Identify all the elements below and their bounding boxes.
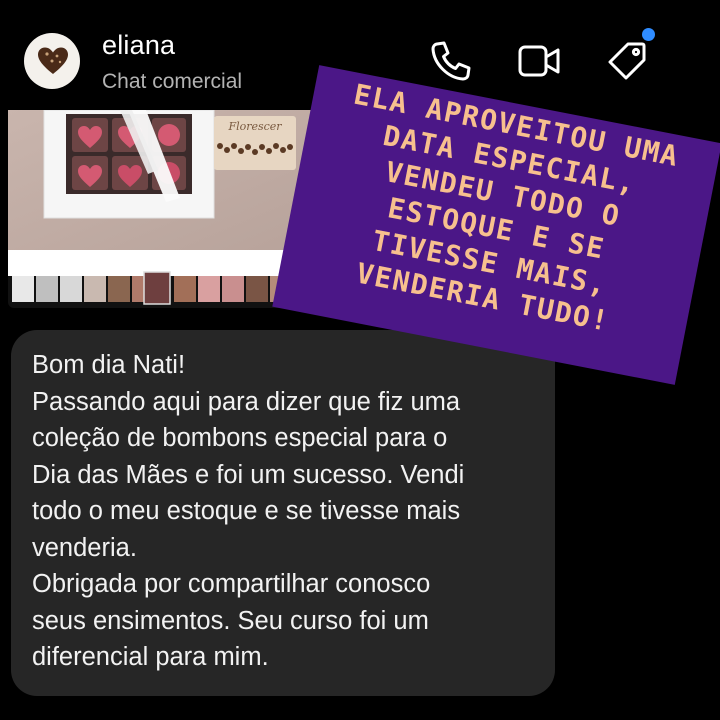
message-line: diferencial para mim. (32, 643, 269, 671)
chocolate-heart-icon (38, 47, 68, 74)
message-line: seus ensimentos. Seu curso foi um (32, 606, 429, 635)
message-bubble[interactable]: Bom dia Nati! Passando aqui para dizer q… (11, 330, 555, 696)
contact-name[interactable]: eliana (102, 30, 175, 61)
message-line: coleção de bombons especial para o (32, 424, 448, 452)
message-line: Bom dia Nati! (32, 351, 186, 379)
notification-dot (642, 28, 655, 41)
message-line: Dia das Mães e foi um sucesso. Vendi (32, 460, 465, 489)
thumbnail-strip (12, 271, 292, 305)
overlay-text: ELA APROVEITOU UMA DATA ESPECIAL, VENDEU… (278, 65, 720, 353)
contact-subtitle: Chat comercial (102, 70, 243, 93)
phone-icon[interactable] (428, 38, 474, 84)
tag-icon[interactable] (604, 38, 650, 84)
message-line: venderia. (32, 533, 137, 562)
message-line: Passando aqui para dizer que fiz uma (32, 387, 461, 416)
message-line: todo o meu estoque e se tivesse mais (32, 497, 461, 525)
message-line: Obrigada por compartilhar conosco (32, 570, 431, 598)
video-call-icon[interactable] (516, 38, 562, 84)
avatar[interactable] (24, 33, 80, 89)
message-text: Bom dia Nati! Passando aqui para dizer q… (32, 347, 547, 676)
card-text: Florescer (227, 120, 282, 133)
